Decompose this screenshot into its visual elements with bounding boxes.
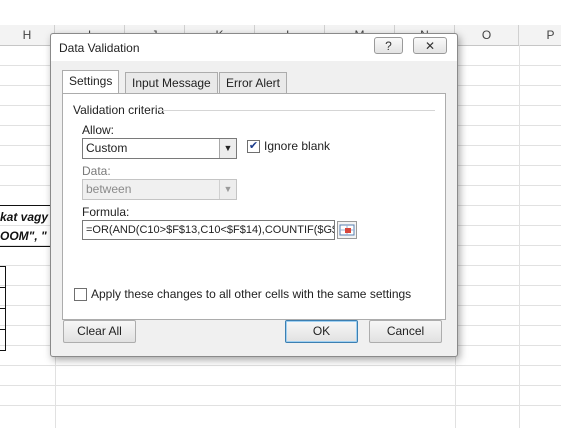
cell-text: kat vagy xyxy=(0,210,49,224)
dialog-title: Data Validation xyxy=(59,41,140,55)
apply-all-checkbox[interactable] xyxy=(74,288,87,301)
cancel-button[interactable]: Cancel xyxy=(369,320,442,343)
cell-border xyxy=(0,329,6,330)
help-button[interactable]: ? xyxy=(374,37,403,54)
apply-all-label[interactable]: Apply these changes to all other cells w… xyxy=(91,287,411,301)
data-label: Data: xyxy=(82,164,111,178)
formula-label: Formula: xyxy=(82,205,130,219)
column-header-o[interactable]: O xyxy=(455,25,519,45)
range-select-icon xyxy=(339,224,355,236)
validation-criteria-label: Validation criteria xyxy=(73,103,165,117)
formula-input[interactable]: =OR(AND(C10>$F$13,C10<$F$14),COUNTIF($G$ xyxy=(82,220,335,240)
allow-label: Allow: xyxy=(82,123,115,137)
cell-border xyxy=(0,308,6,309)
tab-input-message[interactable]: Input Message xyxy=(125,72,218,93)
column-header-p[interactable]: P xyxy=(519,25,561,45)
dialog-titlebar[interactable]: Data Validation ? ✕ xyxy=(51,34,457,61)
tab-error-alert[interactable]: Error Alert xyxy=(219,72,288,93)
allow-select[interactable]: Custom ▼ xyxy=(82,138,237,159)
ignore-blank-label[interactable]: Ignore blank xyxy=(264,139,330,153)
group-divider xyxy=(159,110,435,111)
ignore-blank-checkbox[interactable]: ✔ xyxy=(247,140,260,153)
close-button[interactable]: ✕ xyxy=(413,37,447,54)
clear-all-button[interactable]: Clear All xyxy=(63,320,136,343)
gridline xyxy=(0,385,561,386)
range-select-button[interactable] xyxy=(337,221,357,239)
ok-button[interactable]: OK xyxy=(285,320,358,343)
data-select[interactable]: between ▼ xyxy=(82,179,237,200)
gridline xyxy=(519,45,520,428)
allow-value: Custom xyxy=(86,141,128,155)
chevron-down-icon[interactable]: ▼ xyxy=(219,180,236,199)
gridline xyxy=(0,405,561,406)
help-icon: ? xyxy=(385,39,392,53)
close-icon: ✕ xyxy=(424,39,436,53)
checkmark-icon: ✔ xyxy=(248,140,259,152)
data-value: between xyxy=(86,182,132,196)
gridline xyxy=(0,365,561,366)
chevron-down-icon[interactable]: ▼ xyxy=(219,139,236,158)
settings-panel: Validation criteria Allow: Custom ▼ ✔ Ig… xyxy=(62,93,446,320)
cell-text: OOM", " xyxy=(0,229,47,243)
tab-settings[interactable]: Settings xyxy=(62,70,120,93)
column-header-h[interactable]: H xyxy=(0,25,55,45)
cell-border xyxy=(0,287,6,288)
data-validation-dialog: Data Validation ? ✕ Settings Input Messa… xyxy=(50,33,458,357)
